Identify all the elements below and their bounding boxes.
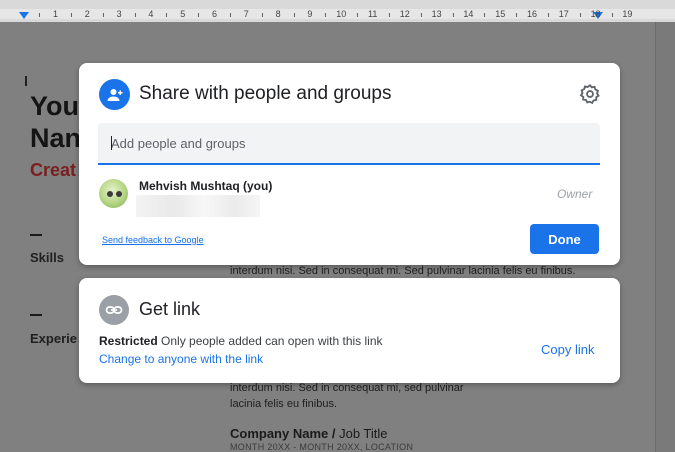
- ruler-tick: [484, 13, 486, 17]
- done-button[interactable]: Done: [530, 224, 599, 254]
- company-line: Company Name / Job Title: [230, 426, 388, 441]
- ruler-number: 19: [622, 9, 633, 19]
- section-divider: [30, 234, 42, 236]
- blurred-email: [136, 195, 260, 217]
- ruler-number: 16: [527, 9, 538, 19]
- ruler-tick: [420, 13, 422, 17]
- settings-gear-icon[interactable]: [579, 83, 601, 105]
- text-cursor: [25, 76, 27, 86]
- ruler-number: 1: [53, 9, 59, 19]
- ruler-number: 5: [180, 9, 186, 19]
- horizontal-ruler: 1 2 3 4 5 6 7 8 9 10 11 12 13 14 15 16 17 18 19: [0, 0, 675, 23]
- get-link-title: Get link: [139, 299, 201, 319]
- ruler-number: 18: [590, 9, 601, 19]
- link-icon: [99, 295, 129, 325]
- ruler-number: 7: [243, 9, 249, 19]
- ruler-tick: [388, 13, 390, 17]
- ruler-tick: [229, 13, 231, 17]
- ruler-tick: [39, 13, 41, 17]
- ruler-number: 11: [368, 9, 378, 19]
- resume-name-line2: Nan: [30, 123, 82, 153]
- ruler-tick: [166, 13, 168, 17]
- ruler-number: 15: [495, 9, 506, 19]
- copy-link-button[interactable]: Copy link: [541, 342, 594, 357]
- ruler-number: 12: [399, 9, 410, 19]
- section-skills: Skills: [30, 250, 64, 265]
- user-avatar: [99, 179, 128, 208]
- ruler-number: 9: [307, 9, 313, 19]
- ruler-number: 6: [212, 9, 218, 19]
- ruler-number: 2: [84, 9, 90, 19]
- ruler-tick: [70, 13, 72, 17]
- ruler-number: 10: [336, 9, 347, 19]
- add-people-field-wrap: [98, 123, 600, 165]
- date-line: MONTH 20XX - MONTH 20XX, LOCATION: [230, 442, 414, 452]
- ruler-tick: [293, 13, 295, 17]
- document-paragraph: interdum nisi. Sed in consequat mi, sed …: [230, 380, 610, 412]
- ruler-number: 3: [116, 9, 122, 19]
- person-name: Mehvish Mushtaq (you): [139, 179, 273, 193]
- left-indent-marker[interactable]: [19, 12, 29, 19]
- get-link-card: Get link Restricted Only people added ca…: [79, 278, 620, 383]
- send-feedback-link[interactable]: Send feedback to Google: [100, 234, 206, 246]
- ruler-tick: [611, 13, 613, 17]
- share-dialog-title: Share with people and groups: [139, 83, 392, 104]
- company-name: Company Name /: [230, 426, 336, 441]
- document-paragraph: interdum nisi. Sed in consequat mi. Sed …: [230, 265, 576, 277]
- ruler-tick: [325, 13, 327, 17]
- resume-name-line1: You: [30, 91, 79, 121]
- ruler-number: 14: [463, 9, 474, 19]
- resume-subtitle: Creat: [30, 160, 77, 180]
- ruler-tick: [452, 13, 454, 17]
- restricted-description: Only people added can open with this lin…: [157, 334, 383, 348]
- ruler-tick: [102, 13, 104, 17]
- ruler-tick: [579, 13, 581, 17]
- paragraph-line: lacinia felis eu finibus.: [230, 398, 338, 410]
- restricted-label[interactable]: Restricted: [99, 334, 158, 348]
- ruler-tick: [547, 13, 549, 17]
- ruler-tick: [261, 13, 263, 17]
- section-divider: [30, 314, 42, 316]
- avatar-eye: [107, 191, 113, 197]
- job-title: Job Title: [335, 426, 388, 441]
- ruler-number: 8: [275, 9, 281, 19]
- section-experience: Experie: [30, 331, 77, 346]
- ruler-tick: [198, 13, 200, 17]
- ruler-number: 17: [558, 9, 569, 19]
- document-scrollbar[interactable]: [655, 22, 675, 452]
- ruler-number: 13: [431, 9, 442, 19]
- ruler-tick: [516, 13, 518, 17]
- change-access-link[interactable]: Change to anyone with the link: [99, 352, 263, 366]
- input-caret: [111, 136, 112, 150]
- add-person-icon: [99, 79, 130, 110]
- access-description: Restricted Only people added can open wi…: [99, 334, 383, 348]
- add-people-input[interactable]: [98, 123, 600, 163]
- avatar-eye: [116, 191, 122, 197]
- ruler-tick: [134, 13, 136, 17]
- ruler-tick: [357, 13, 359, 17]
- ruler-number: 4: [148, 9, 154, 19]
- share-dialog: Share with people and groups Mehvish Mus…: [79, 63, 620, 265]
- person-role: Owner: [557, 187, 593, 201]
